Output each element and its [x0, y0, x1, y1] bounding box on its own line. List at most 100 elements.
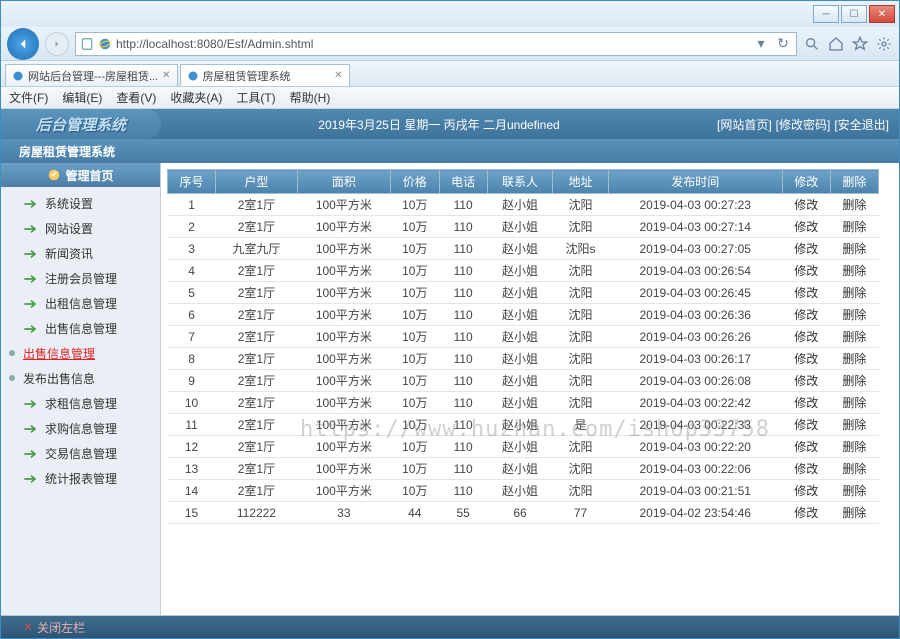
minimize-button[interactable]: ─ [813, 5, 839, 23]
nav-arrow-icon [23, 423, 39, 435]
table-cell: 2室1厅 [216, 260, 298, 282]
delete-link[interactable]: 删除 [830, 480, 878, 502]
menu-item[interactable]: 收藏夹(A) [170, 89, 222, 106]
url-input[interactable] [116, 37, 748, 51]
edit-link[interactable]: 修改 [782, 348, 830, 370]
system-title: 房屋租赁管理系统 [1, 139, 899, 163]
sidebar-item[interactable]: 求购信息管理 [1, 416, 160, 441]
browser-tabs: 网站后台管理---房屋租赁...✕房屋租赁管理系统✕ [1, 61, 899, 87]
delete-link[interactable]: 删除 [830, 260, 878, 282]
browser-tab[interactable]: 房屋租赁管理系统✕ [180, 64, 350, 86]
table-cell: 2019-04-03 00:26:17 [608, 348, 782, 370]
sidebar-item[interactable]: 注册会员管理 [1, 266, 160, 291]
delete-link[interactable]: 删除 [830, 304, 878, 326]
edit-link[interactable]: 修改 [782, 436, 830, 458]
close-left-label[interactable]: 关闭左栏 [37, 619, 85, 636]
edit-link[interactable]: 修改 [782, 282, 830, 304]
delete-link[interactable]: 删除 [830, 436, 878, 458]
edit-link[interactable]: 修改 [782, 392, 830, 414]
menu-item[interactable]: 工具(T) [236, 89, 275, 106]
edit-link[interactable]: 修改 [782, 480, 830, 502]
close-button[interactable]: ✕ [869, 5, 895, 23]
delete-link[interactable]: 删除 [830, 326, 878, 348]
back-button[interactable] [7, 28, 39, 60]
sidebar-item[interactable]: 新闻资讯 [1, 241, 160, 266]
sidebar-item[interactable]: 出售信息管理 [1, 316, 160, 341]
window-titlebar: ─ ☐ ✕ [1, 1, 899, 27]
table-cell: 9 [168, 370, 216, 392]
close-left-icon[interactable]: ✕ [23, 620, 33, 634]
delete-link[interactable]: 删除 [830, 282, 878, 304]
table-header: 联系人 [487, 170, 553, 194]
menu-item[interactable]: 帮助(H) [290, 89, 331, 106]
tools-icon[interactable] [875, 35, 893, 53]
table-cell: 12 [168, 436, 216, 458]
sidebar-item[interactable]: 出售信息管理 [1, 341, 160, 366]
sidebar-item[interactable]: 系统设置 [1, 191, 160, 216]
tab-close-icon[interactable]: ✕ [334, 70, 342, 81]
sidebar-item[interactable]: 统计报表管理 [1, 466, 160, 491]
table-cell: 2室1厅 [216, 414, 298, 436]
table-cell: 2室1厅 [216, 392, 298, 414]
header-link[interactable]: [网站首页] [717, 116, 772, 133]
browser-menubar: 文件(F) 编辑(E) 查看(V) 收藏夹(A) 工具(T) 帮助(H) [1, 87, 899, 109]
delete-link[interactable]: 删除 [830, 414, 878, 436]
delete-link[interactable]: 删除 [830, 194, 878, 216]
table-header: 面积 [297, 170, 390, 194]
sidebar-item[interactable]: 交易信息管理 [1, 441, 160, 466]
edit-link[interactable]: 修改 [782, 370, 830, 392]
table-cell: 10万 [391, 458, 440, 480]
forward-button[interactable] [45, 32, 69, 56]
favorites-icon[interactable] [851, 35, 869, 53]
sidebar-item-label: 出售信息管理 [45, 320, 117, 337]
bullet-icon [9, 350, 15, 356]
menu-item[interactable]: 查看(V) [116, 89, 156, 106]
edit-link[interactable]: 修改 [782, 326, 830, 348]
table-cell: 110 [439, 326, 487, 348]
delete-link[interactable]: 删除 [830, 392, 878, 414]
table-cell: 2室1厅 [216, 458, 298, 480]
delete-link[interactable]: 删除 [830, 370, 878, 392]
table-cell: 100平方米 [297, 238, 390, 260]
dropdown-icon[interactable]: ▾ [752, 35, 770, 53]
tab-close-icon[interactable]: ✕ [162, 70, 170, 81]
sidebar-item-label: 出售信息管理 [23, 345, 95, 362]
table-cell: 110 [439, 238, 487, 260]
header-link[interactable]: [修改密码] [776, 116, 831, 133]
table-cell: 100平方米 [297, 370, 390, 392]
header-link[interactable]: [安全退出] [834, 116, 889, 133]
sidebar-item[interactable]: 求租信息管理 [1, 391, 160, 416]
delete-link[interactable]: 删除 [830, 238, 878, 260]
menu-item[interactable]: 文件(F) [9, 89, 48, 106]
browser-tab[interactable]: 网站后台管理---房屋租赁...✕ [5, 64, 178, 86]
menu-item[interactable]: 编辑(E) [62, 89, 102, 106]
edit-link[interactable]: 修改 [782, 502, 830, 524]
maximize-button[interactable]: ☐ [841, 5, 867, 23]
refresh-icon[interactable]: ↻ [774, 35, 792, 53]
delete-link[interactable]: 删除 [830, 216, 878, 238]
edit-link[interactable]: 修改 [782, 304, 830, 326]
edit-link[interactable]: 修改 [782, 458, 830, 480]
delete-link[interactable]: 删除 [830, 502, 878, 524]
edit-link[interactable]: 修改 [782, 194, 830, 216]
table-header: 序号 [168, 170, 216, 194]
edit-link[interactable]: 修改 [782, 414, 830, 436]
sidebar-item[interactable]: 出租信息管理 [1, 291, 160, 316]
sidebar-item[interactable]: 发布出售信息 [1, 366, 160, 391]
sidebar-item[interactable]: 网站设置 [1, 216, 160, 241]
delete-link[interactable]: 删除 [830, 348, 878, 370]
search-icon[interactable] [803, 35, 821, 53]
delete-link[interactable]: 删除 [830, 458, 878, 480]
table-cell: 10万 [391, 304, 440, 326]
browser-navbar: ▾ ↻ [1, 27, 899, 61]
table-cell: 100平方米 [297, 194, 390, 216]
table-cell: 2019-04-02 23:54:46 [608, 502, 782, 524]
app-content: 后台管理系统 2019年3月25日 星期一 丙戌年 二月undefined [网… [1, 109, 899, 638]
edit-link[interactable]: 修改 [782, 238, 830, 260]
edit-link[interactable]: 修改 [782, 216, 830, 238]
address-bar[interactable]: ▾ ↻ [75, 32, 797, 56]
edit-link[interactable]: 修改 [782, 260, 830, 282]
sidebar-header[interactable]: 管理首页 [1, 163, 160, 187]
home-icon[interactable] [827, 35, 845, 53]
table-cell: 66 [487, 502, 553, 524]
